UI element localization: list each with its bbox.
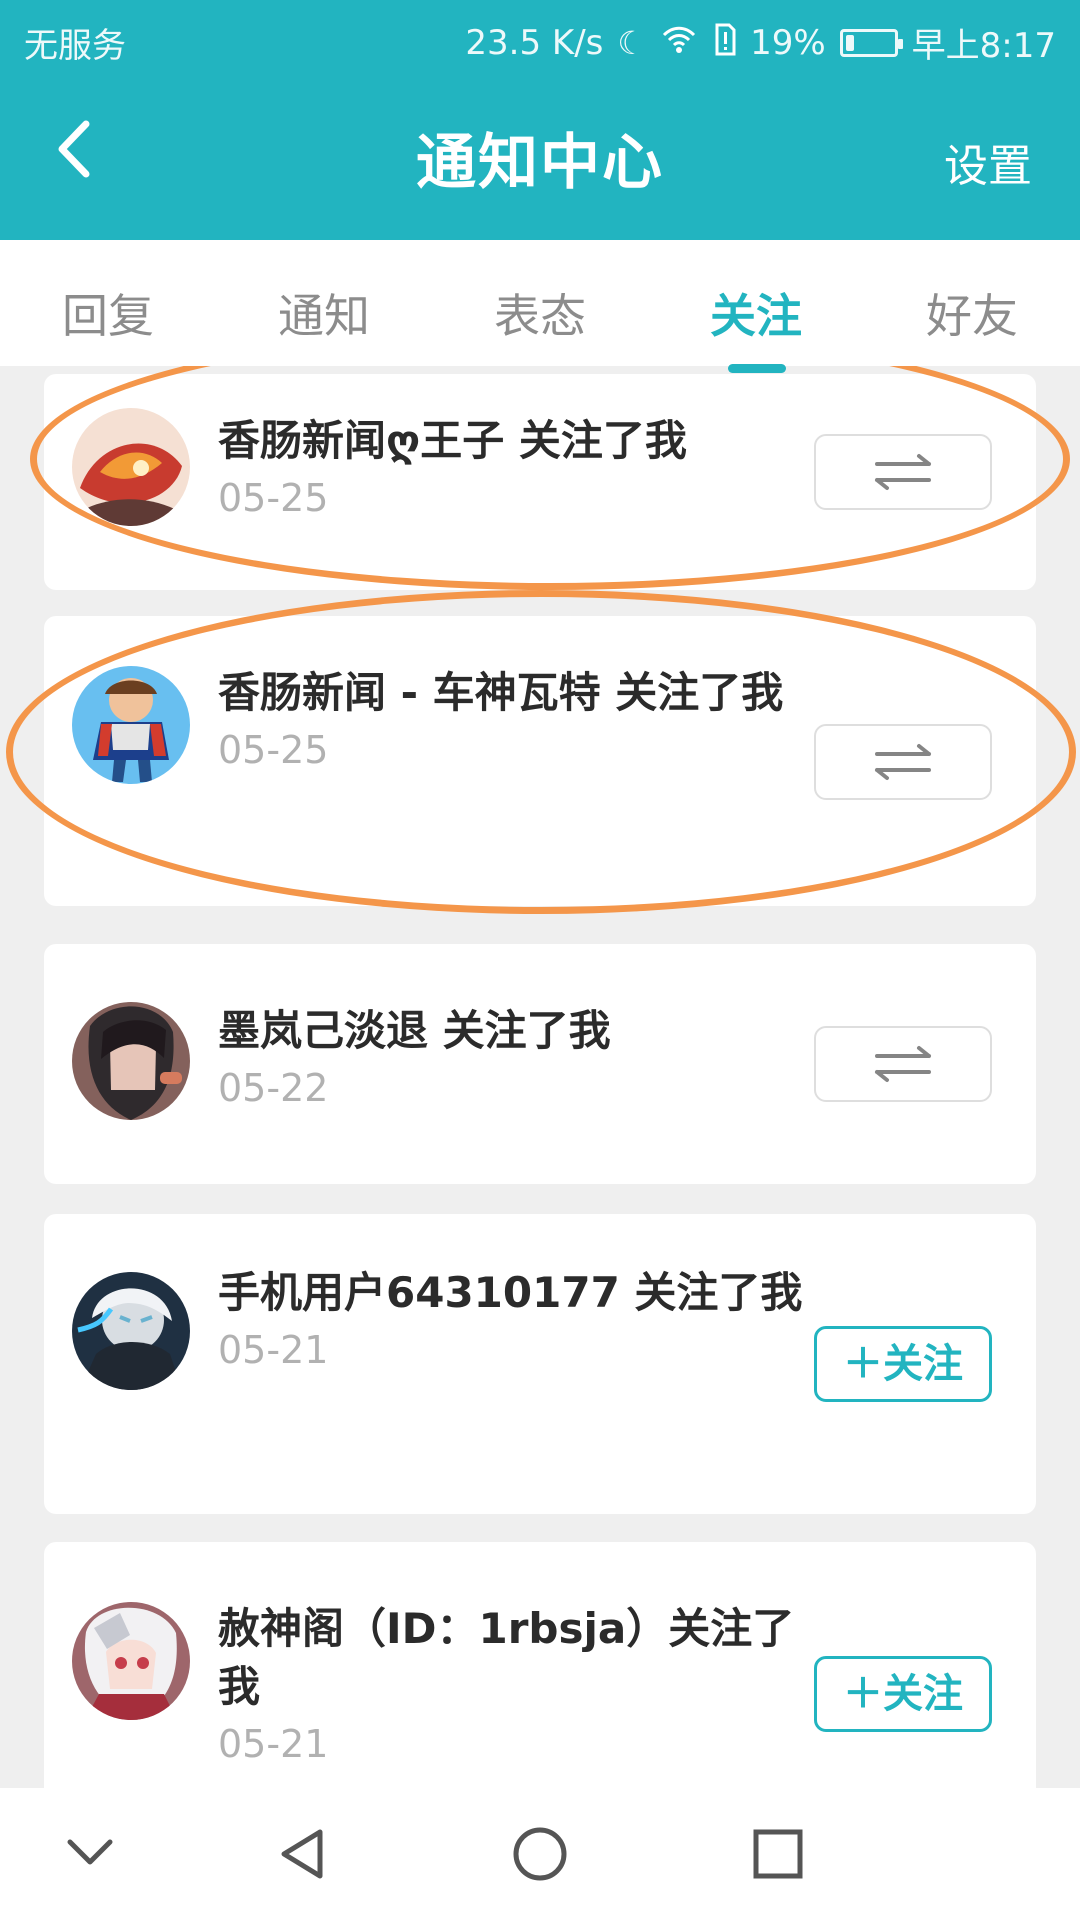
moon-icon: ☾ <box>617 23 647 62</box>
page-title: 通知中心 <box>416 128 664 198</box>
notification-date: 05-21 <box>218 1328 329 1372</box>
battery-percent: 19% <box>750 22 826 63</box>
notification-message: 香肠新闻ღ王子 关注了我 <box>218 416 687 465</box>
notification-date: 05-21 <box>218 1722 329 1766</box>
tab-notice[interactable]: 通知 <box>216 280 432 346</box>
follow-button[interactable]: ＋关注 <box>814 1656 992 1732</box>
list-item[interactable]: 香肠新闻 - 车神瓦特 关注了我 05-25 <box>44 616 1036 906</box>
list-item[interactable]: 墨岚己淡退 关注了我 05-22 <box>44 944 1036 1184</box>
sim-alert-icon <box>712 23 736 62</box>
top-app-bar: 通知中心 设置 <box>0 76 1080 240</box>
notification-text: 香肠新闻ღ王子 关注了我 05-25 <box>218 412 808 520</box>
notification-text: 手机用户64310177 关注了我 05-21 <box>218 1264 808 1372</box>
notification-message: 香肠新闻 - 车神瓦特 关注了我 <box>218 668 784 717</box>
avatar <box>72 408 190 526</box>
swap-arrows-icon <box>875 744 931 780</box>
clock: 早上8:17 <box>911 26 1056 66</box>
avatar <box>72 1602 190 1720</box>
list-item[interactable]: 赦神阁（ID：1rbsja）关注了我 05-21 ＋关注 <box>44 1542 1036 1788</box>
mutual-follow-button[interactable] <box>814 434 992 510</box>
chevron-down-icon <box>67 1839 113 1865</box>
tab-reaction[interactable]: 表态 <box>432 280 648 346</box>
avatar <box>72 666 190 784</box>
notification-date: 05-25 <box>218 476 329 520</box>
notification-text: 赦神阁（ID：1rbsja）关注了我 05-21 <box>218 1600 808 1766</box>
nav-recents-button[interactable] <box>738 1814 818 1894</box>
battery-icon <box>839 28 903 57</box>
nav-home-button[interactable] <box>500 1814 580 1894</box>
nav-hide-button[interactable] <box>50 1814 130 1894</box>
follow-button-label: 关注 <box>883 1671 963 1717</box>
follow-button-label: 关注 <box>883 1341 963 1387</box>
notification-tabs: 回复 通知 表态 关注 好友 <box>0 240 1080 373</box>
notification-text: 香肠新闻 - 车神瓦特 关注了我 05-25 <box>218 664 808 772</box>
recent-apps-icon <box>753 1829 803 1879</box>
follow-notification-list: 香肠新闻ღ王子 关注了我 05-25 香肠新闻 - 车神瓦特 关注了我 05-2… <box>0 366 1080 1788</box>
avatar <box>72 1272 190 1390</box>
notification-message: 手机用户64310177 关注了我 <box>218 1268 803 1317</box>
mutual-follow-button[interactable] <box>814 724 992 800</box>
battery-fill <box>845 34 855 51</box>
system-navigation-bar <box>0 1788 1080 1920</box>
tab-follow[interactable]: 关注 <box>648 280 864 346</box>
settings-button[interactable]: 设置 <box>944 130 1032 194</box>
network-status: 无服务 <box>24 26 126 66</box>
status-right-group: 23.5 K/s ☾ 19% 早上8:17 <box>465 18 1056 67</box>
notification-date: 05-22 <box>218 1066 329 1110</box>
mutual-follow-button[interactable] <box>814 1026 992 1102</box>
tab-reply[interactable]: 回复 <box>0 280 216 346</box>
notification-message: 墨岚己淡退 关注了我 <box>218 1006 611 1055</box>
wifi-icon <box>660 25 698 60</box>
tab-friends[interactable]: 好友 <box>864 280 1080 346</box>
plus-icon: ＋ <box>843 1341 883 1387</box>
list-item[interactable]: 手机用户64310177 关注了我 05-21 ＋关注 <box>44 1214 1036 1514</box>
swap-arrows-icon <box>875 1046 931 1082</box>
swap-arrows-icon <box>875 454 931 490</box>
list-item[interactable]: 香肠新闻ღ王子 关注了我 05-25 <box>44 374 1036 590</box>
notification-message: 赦神阁（ID：1rbsja）关注了我 <box>218 1604 795 1711</box>
status-bar: 无服务 23.5 K/s ☾ 19% 早上8:17 <box>0 0 1080 76</box>
network-speed: 23.5 K/s <box>465 22 604 63</box>
header: 无服务 23.5 K/s ☾ 19% 早上8:17 通知中心 设置 <box>0 0 1080 240</box>
notification-text: 墨岚己淡退 关注了我 05-22 <box>218 1002 808 1110</box>
notification-date: 05-25 <box>218 728 329 772</box>
home-circle-icon <box>513 1827 567 1881</box>
plus-icon: ＋ <box>843 1671 883 1717</box>
nav-back-button[interactable] <box>262 1814 342 1894</box>
follow-button[interactable]: ＋关注 <box>814 1326 992 1402</box>
avatar <box>72 1002 190 1120</box>
triangle-back-icon <box>281 1829 323 1879</box>
